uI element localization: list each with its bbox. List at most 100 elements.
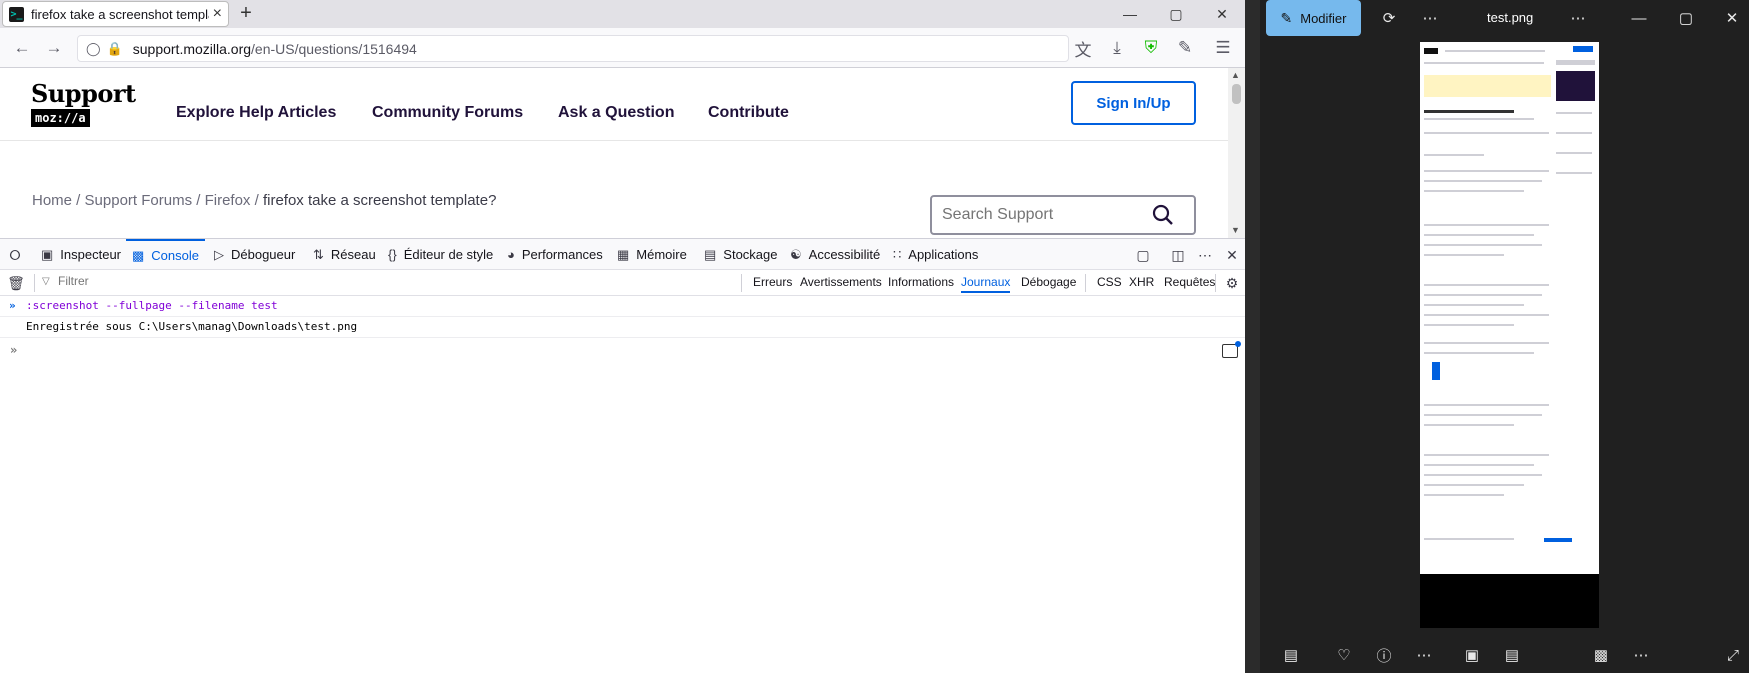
nav-community-forums[interactable]: Community Forums [372,104,523,122]
mozilla-support-logo[interactable]: Support moz://a [31,79,136,127]
text-extract-icon[interactable]: ▤ [1501,645,1523,665]
filter-debogage[interactable]: Débogage [1021,275,1076,289]
sign-in-button[interactable]: Sign In/Up [1071,81,1196,125]
maximize-icon[interactable]: ▢ [1153,0,1199,28]
tab-inspecteur[interactable]: ▣ Inspecteur [41,239,121,270]
close-devtools-icon[interactable]: ✕ [1222,245,1242,265]
file-name: test.png [1487,10,1534,25]
console-result: Enregistrée sous C:\Users\manag\Download… [26,320,358,333]
console-settings-gear-icon[interactable]: ⚙ [1222,273,1242,293]
filter-xhr[interactable]: XHR [1129,275,1154,289]
devtools-toolbar: ⭘ ▣ Inspecteur ▩ Console ▷ Débogueur ⇅ Résea… [0,238,1245,270]
lock-icon[interactable]: 🔒 [107,41,123,57]
search-box[interactable] [930,195,1196,235]
element-picker-icon[interactable]: ⭘ [5,245,25,265]
extension-shield-icon[interactable]: ⛨ [1139,36,1163,60]
inspector-icon: ▣ [41,246,54,262]
translate-icon[interactable]: 文 [1071,36,1095,60]
logo-mozilla: moz://a [31,109,90,127]
new-tab-button[interactable]: + [234,2,258,26]
back-icon[interactable]: ← [10,36,34,60]
accessibility-icon: ☯ [790,246,802,262]
console-sidebar-toggle-icon[interactable] [1222,341,1241,358]
toolbar-separator [1085,274,1086,292]
breadcrumb-firefox[interactable]: Firefox [205,192,251,209]
scrollbar-thumb[interactable] [1232,84,1241,104]
breadcrumb-home[interactable]: Home [32,192,72,209]
extensions-icon[interactable]: ✎ [1173,36,1197,60]
bottom-more-icon[interactable]: ⋯ [1413,645,1435,665]
visual-search-icon[interactable]: ▣ [1461,645,1483,665]
minimize-icon[interactable]: — [1627,8,1651,28]
more-options-icon[interactable]: ⋯ [1195,245,1215,265]
console-result-line[interactable]: Enregistrée sous C:\Users\manag\Download… [0,317,1245,338]
scroll-up-icon[interactable]: ▲ [1231,70,1240,80]
window-divider [1245,0,1260,673]
filter-journaux[interactable]: Journaux [961,275,1011,293]
url-bar[interactable]: ◯ 🔒 support.mozilla.org/en-US/questions/… [77,35,1069,62]
filter-erreurs[interactable]: Erreurs [753,275,792,289]
slideshow-icon[interactable]: ▩ [1590,645,1612,665]
tab-applications[interactable]: ∷ Applications [893,239,978,270]
close-window-icon[interactable]: ✕ [1720,8,1744,28]
tab-label: Console [151,248,199,263]
toolbar-separator [34,274,35,292]
more-icon[interactable]: ⋯ [1418,8,1442,28]
breadcrumb-support-forums[interactable]: Support Forums [85,192,193,209]
filter-informations[interactable]: Informations [888,275,954,289]
console-command-line[interactable]: » :screenshot --fullpage --filename test [0,296,1245,317]
title-more-icon[interactable]: ⋯ [1566,8,1590,28]
tab-memoire[interactable]: ▦ Mémoire [617,239,687,270]
tab-bar: >_ firefox take a screenshot template? ×… [0,0,1245,28]
tab-title: firefox take a screenshot template? [31,6,209,22]
shield-icon[interactable]: ◯ [86,41,101,57]
tab-console[interactable]: ▩ Console [126,239,205,270]
tab-reseau[interactable]: ⇅ Réseau [313,239,376,270]
screenshot-icon[interactable]: ▢ [1133,245,1153,265]
favorite-heart-icon[interactable]: ♡ [1333,645,1355,665]
responsive-design-icon[interactable]: ◫ [1168,245,1188,265]
maximize-icon[interactable]: ▢ [1674,8,1698,28]
menu-icon[interactable]: ☰ [1211,36,1235,60]
breadcrumb: Home / Support Forums / Firefox / firefo… [32,192,496,209]
nav-contribute[interactable]: Contribute [708,104,789,122]
clear-console-icon[interactable]: 🗑 [6,273,26,293]
options-more-icon[interactable]: ⋯ [1630,645,1652,665]
nav-explore-help-articles[interactable]: Explore Help Articles [176,104,336,122]
edit-button[interactable]: ✎ Modifier [1266,0,1361,36]
rotate-icon[interactable]: ⟳ [1377,8,1401,28]
browser-tab[interactable]: >_ firefox take a screenshot template? × [2,1,229,27]
filter-input[interactable] [42,274,642,288]
tab-performances[interactable]: ◕ Performances [507,239,603,270]
search-icon[interactable] [1152,204,1174,226]
close-window-icon[interactable]: ✕ [1199,0,1245,28]
close-tab-icon[interactable]: × [213,5,222,23]
tab-label: Stockage [723,247,778,262]
breadcrumb-separator: / [250,192,263,209]
tab-accessibilite[interactable]: ☯ Accessibilité [790,239,880,270]
nav-ask-a-question[interactable]: Ask a Question [558,104,674,122]
filter-requetes[interactable]: Requêtes [1164,275,1215,289]
header-divider [0,140,1228,141]
filmstrip-icon[interactable]: ▤ [1280,645,1302,665]
scroll-down-icon[interactable]: ▼ [1231,225,1240,235]
tab-label: Débogueur [231,247,296,262]
info-icon[interactable]: ⓘ [1373,645,1395,665]
network-icon: ⇅ [313,246,324,262]
filter-avertissements[interactable]: Avertissements [800,275,882,289]
tab-label: Éditeur de style [403,247,494,262]
web-page: Support moz://a Explore Help Articles Co… [0,68,1228,238]
terminal-favicon-icon: >_ [9,6,24,22]
page-scrollbar[interactable]: ▲ ▼ [1228,68,1245,238]
url-text[interactable]: support.mozilla.org/en-US/questions/1516… [133,41,417,57]
screenshot-preview-image[interactable] [1420,42,1599,628]
tab-editeur-de-style[interactable]: {} Éditeur de style [388,239,493,270]
tab-debogueur[interactable]: ▷ Débogueur [214,239,295,270]
forward-icon[interactable]: → [42,36,66,60]
minimize-icon[interactable]: — [1107,0,1153,28]
filter-css[interactable]: CSS [1097,275,1122,289]
search-input[interactable] [942,206,1152,224]
fullscreen-icon[interactable]: ⤢ [1722,645,1744,665]
downloads-icon[interactable]: ⤓ [1105,36,1129,60]
tab-stockage[interactable]: ▤ Stockage [704,239,778,270]
